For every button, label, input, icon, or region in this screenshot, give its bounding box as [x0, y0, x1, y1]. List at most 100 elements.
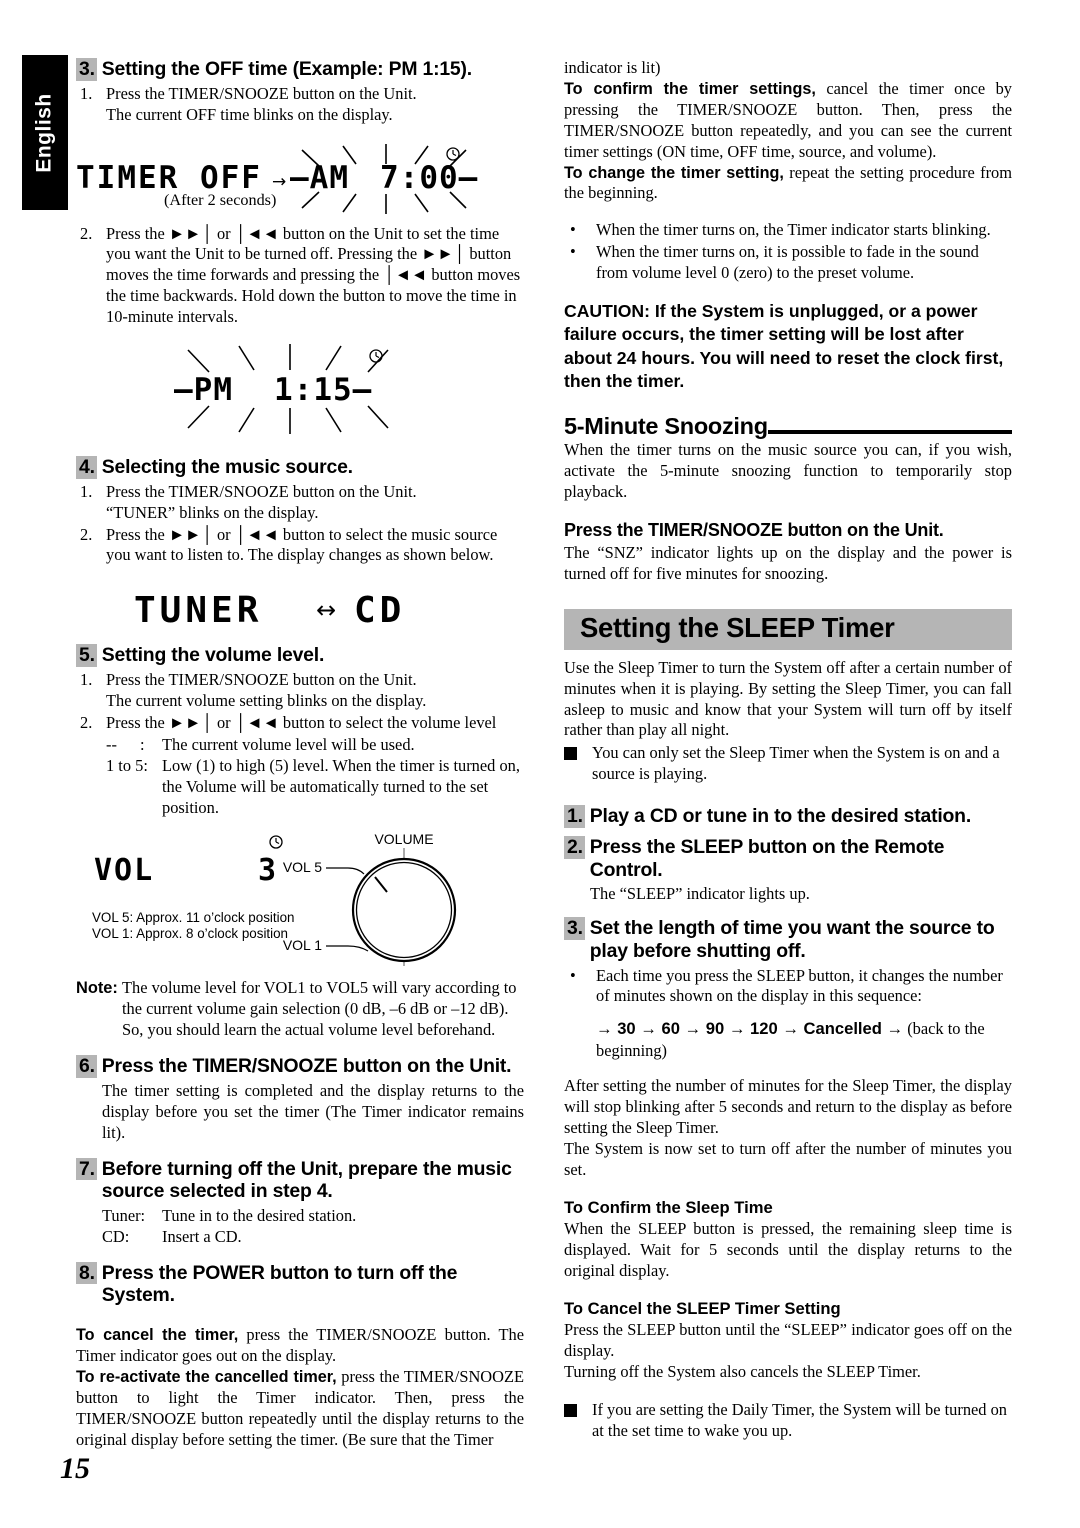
lcd-graphic: TUNER ↔ CD: [134, 590, 401, 631]
step-3-substeps: 1. Press the TIMER/SNOOZE button on the …: [76, 84, 524, 126]
sleep-step-2-heading: 2. Press the SLEEP button on the Remote …: [564, 835, 1012, 881]
substep-number: 1.: [80, 83, 93, 103]
step-4-substeps: 1. Press the TIMER/SNOOZE button on the …: [76, 482, 524, 567]
language-tab: English: [22, 55, 68, 210]
step-8-title: Press the POWER button to turn off the S…: [101, 1261, 458, 1307]
volume-note: Note: The volume level for VOL1 to VOL5 …: [76, 978, 524, 1041]
list-item: 2. Press the ►►│ or │◄◄ button on the Un…: [76, 224, 524, 329]
sleep-step-2-body: The “SLEEP” indicator lights up.: [590, 884, 810, 904]
step-3-substeps-2: 2. Press the ►►│ or │◄◄ button on the Un…: [76, 224, 524, 329]
sleep-timer-banner: Setting the SLEEP Timer: [564, 608, 1012, 650]
step-6-heading: 6. Press the TIMER/SNOOZE button on the …: [76, 1055, 524, 1078]
step-7-number: 7.: [76, 1157, 97, 1181]
def-key: --: [106, 734, 117, 754]
confirm-bold: To confirm the timer settings,: [564, 79, 816, 98]
lcd-time: 7:00–: [380, 160, 478, 196]
volume-diagram: VOL 3 VOL 5: Approx. 11 o’clock position…: [76, 824, 524, 974]
sleep-after-paragraph-2: The System is now set to turn off after …: [564, 1138, 1012, 1179]
list-item: If you are setting the Daily Timer, the …: [564, 1400, 1012, 1442]
lcd-caption: (After 2 seconds): [164, 190, 277, 209]
step-6-number: 6.: [76, 1055, 97, 1078]
list-item: 2. Press the ►►│ or │◄◄ button to select…: [76, 713, 524, 819]
step-4-title: Selecting the music source.: [101, 456, 353, 479]
step-5-substeps: 1. Press the TIMER/SNOOZE button on the …: [76, 670, 524, 818]
substep-body: Press the TIMER/SNOOZE button on the Uni…: [106, 670, 524, 712]
sleep-sequence: → 30 → 60 → 90 → 120 → Cancelled → (back…: [596, 1018, 1012, 1062]
source-key: Tuner:: [102, 1205, 146, 1225]
snoozing-heading: 5-Minute Snoozing: [564, 414, 1012, 439]
step-6-body: The timer setting is completed and the d…: [102, 1080, 524, 1142]
heading-rule: [767, 430, 1012, 435]
lcd-graphic: –PM 1:15–: [174, 344, 389, 435]
substep-body: Press the ►►│ or │◄◄ button to select th…: [106, 525, 524, 567]
vol1-legend: VOL 1: Approx. 8 o’clock position: [92, 926, 288, 941]
caution-block: CAUTION: If the System is unplugged, or …: [564, 301, 1004, 391]
clock-icon: [269, 835, 283, 850]
step-7-heading: 7. Before turning off the Unit, prepare …: [76, 1157, 524, 1203]
snoozing-body: When the timer turns on the music source…: [564, 440, 1012, 502]
volume-knob-title: VOLUME: [374, 831, 433, 847]
timer-bullets: • When the timer turns on, the Timer ind…: [564, 220, 1012, 284]
substep-body: Press the TIMER/SNOOZE button on the Uni…: [106, 84, 524, 126]
sleep-timer-banner-title: Setting the SLEEP Timer: [580, 611, 895, 643]
source-value: Insert a CD.: [162, 1226, 242, 1246]
confirm-sleep-head: To Confirm the Sleep Time: [564, 1197, 773, 1217]
substep-line: Press the TIMER/SNOOZE button on the Uni…: [106, 670, 417, 690]
sleep-step-3-title: Set the length of time you want the sour…: [589, 917, 995, 962]
substep-number: 2.: [80, 712, 93, 732]
lcd-ampm: –PM: [174, 372, 233, 408]
sleep-step-3-number: 3.: [564, 917, 585, 940]
square-bullet-icon: [564, 743, 592, 785]
note-text: The volume level for VOL1 to VOL5 will v…: [122, 978, 517, 1040]
list-item: 1. Press the TIMER/SNOOZE button on the …: [76, 482, 524, 524]
list-item: 1. Press the TIMER/SNOOZE button on the …: [76, 84, 524, 126]
left-column: 3. Setting the OFF time (Example: PM 1:1…: [76, 58, 524, 1451]
lcd-graphic: TIMER OFF → –AM 7:00–: [76, 143, 478, 214]
step-4-heading: 4. Selecting the music source.: [76, 456, 524, 479]
cancel-timer-bold: To cancel the timer,: [76, 1326, 239, 1345]
sleep-square-note: You can only set the Sleep Timer when th…: [564, 743, 1012, 785]
lcd-time: 1:15–: [274, 372, 372, 408]
step-7-rows: Tuner: Tune in to the desired station. C…: [102, 1206, 524, 1248]
volume-def-row: 1 to 5: Low (1) to high (5) level. When …: [106, 756, 524, 819]
clock-icon: [446, 146, 460, 161]
lcd-vol-value: 3: [258, 853, 276, 888]
manual-page: English 3. Setting the OFF time (Example…: [0, 0, 1080, 1528]
step-5-heading: 5. Setting the volume level.: [76, 644, 524, 668]
bullet-icon: •: [570, 220, 576, 240]
vol5-legend: VOL 5: Approx. 11 o’clock position: [92, 910, 294, 925]
cancel-sleep-head: To Cancel the SLEEP Timer Setting: [564, 1298, 841, 1318]
list-item: • When the timer turns on, the Timer ind…: [564, 220, 1012, 241]
substep-body: Press the ►►│ or │◄◄ button to select th…: [106, 713, 524, 819]
sleep-step-3-heading: 3. Set the length of time you want the s…: [564, 917, 1012, 962]
snooze-press-subhead: Press the TIMER/SNOOZE button on the Uni…: [564, 520, 944, 541]
def-sep: :: [140, 734, 145, 754]
lcd-display-pm-115: –PM 1:15–: [76, 336, 524, 442]
snooze-press-body: The “SNZ” indicator lights up on the dis…: [564, 543, 1012, 583]
substep-line: “TUNER” blinks on the display.: [106, 502, 319, 522]
substep-body: Press the ►►│ or │◄◄ button on the Unit …: [106, 224, 524, 329]
def-value: The current volume level will be used.: [162, 734, 415, 754]
sleep-step-2-number: 2.: [564, 835, 585, 859]
step-5-number: 5.: [76, 644, 97, 668]
list-item: 2. Press the ►►│ or │◄◄ button to select…: [76, 525, 524, 567]
sleep-step-1-heading: 1. Play a CD or tune in to the desired s…: [564, 805, 1012, 828]
cancel-sleep-body-2: Turning off the System also cancels the …: [564, 1361, 921, 1381]
source-row: Tuner: Tune in to the desired station.: [102, 1206, 524, 1227]
square-bullet-icon: [564, 1400, 592, 1442]
reactivate-bold: To re-activate the cancelled timer,: [76, 1368, 337, 1386]
list-item: • Each time you press the SLEEP button, …: [564, 966, 1012, 1008]
lcd-vol-label: VOL: [94, 853, 154, 888]
square-note-text: You can only set the Sleep Timer when th…: [592, 743, 1000, 784]
step-8-number: 8.: [76, 1261, 97, 1285]
source-row: CD: Insert a CD.: [102, 1227, 524, 1248]
bullet-icon: •: [570, 965, 576, 985]
lcd-arrow: →: [272, 172, 286, 192]
sleep-step-1-number: 1.: [564, 805, 585, 828]
sleep-step-2-title: Press the SLEEP button on the Remote Con…: [589, 835, 945, 881]
clock-icon: [369, 349, 383, 363]
step-8-heading: 8. Press the POWER button to turn off th…: [76, 1261, 524, 1307]
list-item: 1. Press the TIMER/SNOOZE button on the …: [76, 670, 524, 712]
step-3-number: 3.: [76, 58, 97, 81]
substep-line: The current volume setting blinks on the…: [106, 690, 427, 710]
